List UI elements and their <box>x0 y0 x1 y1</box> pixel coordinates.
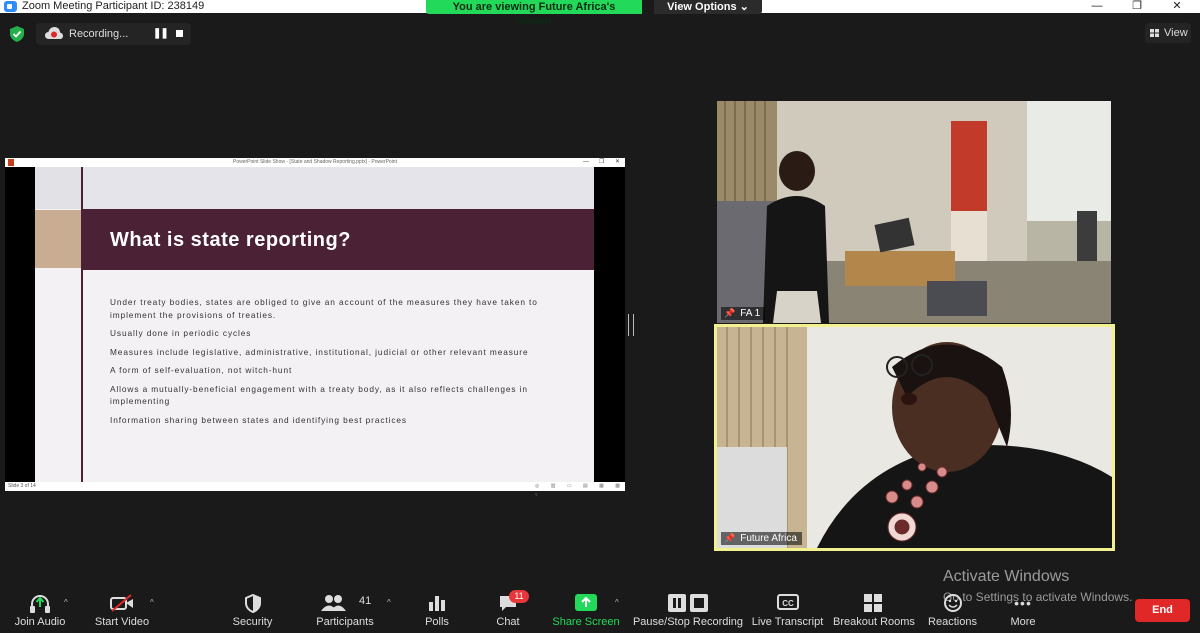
more-dots-icon: ••• <box>1014 595 1032 611</box>
cloud-recording-icon <box>45 27 63 39</box>
zoom-logo-icon <box>4 1 17 12</box>
live-transcript-label: Live Transcript <box>751 616 824 628</box>
reactions-button[interactable]: Reactions <box>925 592 980 632</box>
slide-vertical-rule <box>81 167 83 482</box>
more-button[interactable]: ••• More <box>1002 592 1044 632</box>
participants-options-chevron-icon[interactable]: ^ <box>387 598 391 607</box>
participant-name-tag: 📌 FA 1 <box>721 307 766 320</box>
video-off-icon <box>110 594 133 612</box>
svg-text:CC: CC <box>782 599 794 608</box>
encryption-shield-icon[interactable] <box>10 26 24 42</box>
slide-bullet: Allows a mutually-beneficial engagement … <box>110 383 528 407</box>
join-audio-label: Join Audio <box>14 616 66 628</box>
video-tile-active-speaker[interactable]: 📌 Future Africa <box>714 324 1115 551</box>
more-label: More <box>1010 616 1036 628</box>
stop-recording-icon[interactable] <box>176 30 183 37</box>
minimize-button[interactable]: — <box>1082 0 1112 13</box>
live-transcript-button[interactable]: CC Live Transcript <box>750 592 825 632</box>
slide-bullet: A form of self-evaluation, not witch-hun… <box>110 365 293 375</box>
slide-top-band <box>35 167 594 209</box>
presentation-slide: What is state reporting? Under treaty bo… <box>35 167 594 482</box>
pause-stop-recording-label: Pause/Stop Recording <box>632 616 744 628</box>
pause-stop-recording-button[interactable]: Pause/Stop Recording <box>632 592 744 632</box>
security-button[interactable]: Security <box>225 592 280 632</box>
audio-options-chevron-icon[interactable]: ^ <box>64 598 68 607</box>
slide-title: What is state reporting? <box>110 229 351 251</box>
ppt-close-icon: ✕ <box>615 159 621 165</box>
polls-icon <box>429 596 445 611</box>
slide-gray-block <box>35 167 82 209</box>
reactions-smiley-icon <box>943 594 962 612</box>
pause-stop-recording-icon <box>668 594 708 612</box>
polls-button[interactable]: Polls <box>412 592 462 632</box>
end-meeting-button[interactable]: End <box>1135 599 1190 622</box>
breakout-rooms-label: Breakout Rooms <box>833 616 915 628</box>
start-video-label: Start Video <box>94 616 150 628</box>
share-screen-icon <box>575 594 597 611</box>
participant-name: Future Africa <box>740 533 797 544</box>
breakout-rooms-icon <box>864 594 882 612</box>
security-shield-icon <box>244 594 261 613</box>
pin-icon: 📌 <box>724 533 736 543</box>
breakout-rooms-button[interactable]: Breakout Rooms <box>833 592 915 632</box>
participant-video-feed <box>717 101 1111 323</box>
view-button[interactable]: View <box>1145 23 1191 43</box>
share-options-chevron-icon[interactable]: ^ <box>615 598 619 607</box>
security-label: Security <box>232 616 273 628</box>
share-screen-label: Share Screen <box>552 616 620 628</box>
reactions-label: Reactions <box>928 616 977 628</box>
participants-count: 41 <box>359 595 372 607</box>
chat-label: Chat <box>496 616 520 628</box>
participant-name-tag: 📌 Future Africa <box>721 532 802 545</box>
video-options-chevron-icon[interactable]: ^ <box>150 598 154 607</box>
view-options-button[interactable]: View Options ⌄ <box>642 0 762 14</box>
join-audio-button[interactable]: Join Audio <box>10 592 70 632</box>
slide-bullet: Under treaty bodies, states are obliged … <box>110 297 538 320</box>
ppt-minimize-icon: — <box>583 159 589 165</box>
viewing-screen-label: You are viewing Future Africa's screen <box>426 0 642 27</box>
polls-label: Polls <box>425 616 449 628</box>
shared-screen[interactable]: PowerPoint Slide Show - [State and Shado… <box>5 158 625 498</box>
ppt-maximize-icon: ❐ <box>599 159 605 165</box>
participants-icon <box>321 595 346 611</box>
slide-bullet: Measures include legislative, administra… <box>110 346 529 357</box>
ppt-view-controls-icon: ◎ ▥ ▭ ▤ ▦ ▩ ▿ <box>535 483 625 498</box>
activate-windows-watermark: Activate Windows <box>943 568 1070 585</box>
close-button[interactable]: ✕ <box>1162 0 1192 13</box>
recording-label: Recording... <box>69 28 129 40</box>
recording-indicator: Recording... ❚❚ <box>36 23 191 45</box>
ppt-titlebar: PowerPoint Slide Show - [State and Shado… <box>5 158 625 167</box>
headphones-icon <box>30 595 50 613</box>
pin-icon: 📌 <box>724 308 736 318</box>
ppt-statusbar: Slide 3 of 14 ◎ ▥ ▭ ▤ ▦ ▩ ▿ <box>5 482 625 498</box>
slide-bullet: Information sharing between states and i… <box>110 414 407 425</box>
powerpoint-logo-icon <box>8 159 14 166</box>
window-title: Zoom Meeting Participant ID: 238149 <box>22 0 205 12</box>
slide-bullets: Under treaty bodies, states are obliged … <box>110 296 550 432</box>
start-video-button[interactable]: Start Video <box>90 592 154 632</box>
view-label: View <box>1164 27 1188 39</box>
slide-bullet: Usually done in periodic cycles <box>110 328 252 338</box>
share-screen-button[interactable]: Share Screen <box>550 592 622 632</box>
maximize-button[interactable]: ❐ <box>1122 0 1152 13</box>
panel-splitter-handle[interactable] <box>628 314 634 336</box>
participant-name: FA 1 <box>740 308 761 319</box>
participant-video-feed <box>717 327 1112 548</box>
closed-caption-icon: CC <box>776 594 799 610</box>
grid-view-icon <box>1150 29 1159 37</box>
slide-number: Slide 3 of 14 <box>8 483 36 489</box>
chat-unread-badge: 11 <box>509 590 529 603</box>
pause-recording-icon[interactable]: ❚❚ <box>153 28 169 39</box>
slide-tan-block <box>35 210 82 268</box>
ppt-window-title: PowerPoint Slide Show - [State and Shado… <box>233 159 397 165</box>
video-tile[interactable]: 📌 FA 1 <box>717 101 1111 323</box>
participants-button[interactable]: 41 Participants <box>312 592 378 632</box>
screen-share-banner: You are viewing Future Africa's screen V… <box>426 0 762 27</box>
participants-label: Participants <box>316 616 374 628</box>
